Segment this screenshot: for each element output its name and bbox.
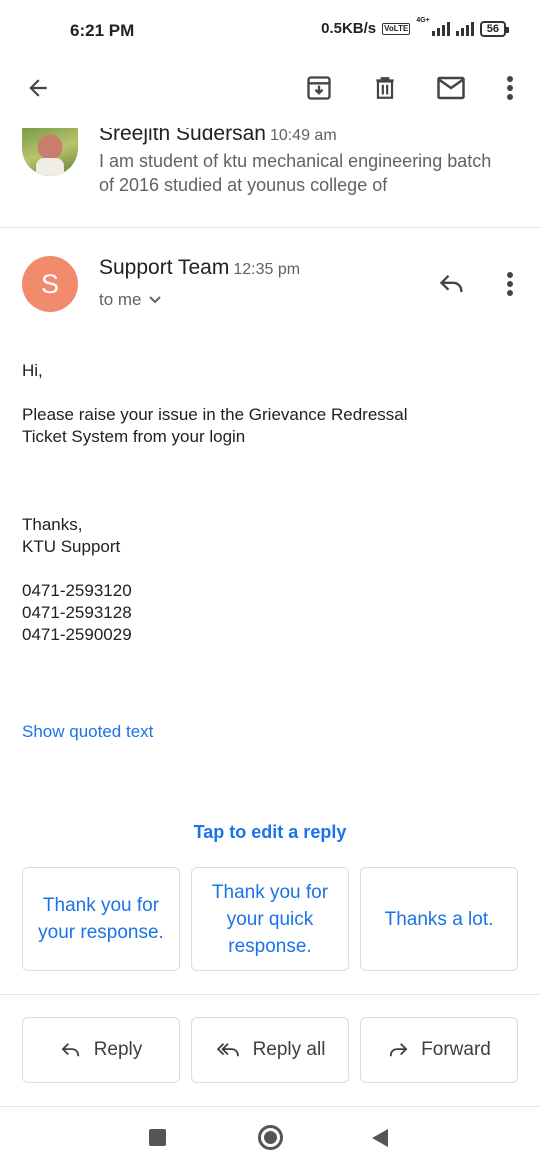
network-type: 4G+ bbox=[416, 17, 430, 24]
status-bar: 6:21 PM 0.5KB/s VoLTE 4G+ 56 bbox=[0, 0, 540, 62]
show-quoted-text-link[interactable]: Show quoted text bbox=[22, 722, 153, 742]
chevron-down-icon bbox=[148, 296, 161, 304]
recipient-label: to me bbox=[99, 290, 142, 309]
previous-time: 10:49 am bbox=[269, 128, 337, 144]
phone-numbers: 0471-2593120 0471-2593128 0471-2590029 bbox=[22, 581, 132, 644]
body-paragraph: Please raise your issue in the Grievance… bbox=[22, 405, 408, 446]
greeting: Hi, bbox=[22, 361, 43, 380]
back-icon[interactable] bbox=[372, 1129, 388, 1147]
previous-snippet: I am student of ktu mechanical engineeri… bbox=[99, 151, 492, 195]
trash-icon[interactable] bbox=[363, 66, 407, 110]
smart-reply-chip[interactable]: Thank you for your quick response. bbox=[191, 867, 349, 971]
message-body: Hi, Please raise your issue in the Griev… bbox=[22, 360, 512, 646]
sender: Support Team 12:35 pm bbox=[99, 256, 300, 280]
sender-name: Support Team bbox=[99, 256, 230, 279]
previous-sender: Sreejith Sudersan 10:49 am bbox=[99, 128, 337, 146]
home-icon[interactable] bbox=[258, 1125, 283, 1150]
reply-all-icon bbox=[216, 1043, 239, 1057]
previous-message[interactable]: Sreejith Sudersan 10:49 am I am student o… bbox=[0, 128, 540, 228]
signal-icon-2 bbox=[455, 21, 474, 36]
reply-label: Reply bbox=[93, 1039, 143, 1060]
smart-reply-chip[interactable]: Thank you for your response. bbox=[22, 867, 180, 971]
message-more-icon[interactable] bbox=[488, 262, 532, 306]
back-arrow-icon[interactable] bbox=[16, 66, 60, 110]
smart-reply-chip[interactable]: Thanks a lot. bbox=[360, 867, 518, 971]
signoff: Thanks, KTU Support bbox=[22, 515, 121, 556]
network-speed: 0.5KB/s bbox=[321, 20, 377, 37]
reply-button[interactable]: Reply bbox=[22, 1017, 180, 1083]
app-bar bbox=[0, 62, 540, 128]
battery-icon: 56 bbox=[479, 20, 510, 37]
status-indicators: 0.5KB/s VoLTE 4G+ 56 bbox=[321, 17, 510, 37]
reply-all-label: Reply all bbox=[252, 1039, 326, 1060]
divider bbox=[0, 994, 540, 995]
sender-avatar[interactable]: S bbox=[22, 256, 78, 312]
message-time: 12:35 pm bbox=[233, 261, 301, 278]
archive-icon[interactable] bbox=[297, 66, 341, 110]
status-time: 6:21 PM bbox=[70, 21, 135, 40]
system-nav-bar bbox=[0, 1107, 540, 1170]
reply-all-button[interactable]: Reply all bbox=[191, 1017, 349, 1083]
recipient-details[interactable]: to me bbox=[99, 290, 162, 310]
reply-icon[interactable] bbox=[430, 262, 474, 306]
signal-icon bbox=[431, 21, 450, 36]
forward-icon bbox=[390, 1043, 408, 1057]
avatar bbox=[22, 128, 78, 176]
forward-label: Forward bbox=[421, 1039, 491, 1060]
more-vert-icon[interactable] bbox=[488, 66, 532, 110]
recents-icon[interactable] bbox=[149, 1129, 166, 1146]
volte-icon: VoLTE bbox=[382, 22, 411, 35]
reply-icon bbox=[61, 1043, 79, 1057]
forward-button[interactable]: Forward bbox=[360, 1017, 518, 1083]
smart-reply-title: Tap to edit a reply bbox=[193, 822, 347, 842]
mail-icon[interactable] bbox=[429, 66, 473, 110]
previous-sender-name: Sreejith Sudersan bbox=[99, 128, 266, 145]
